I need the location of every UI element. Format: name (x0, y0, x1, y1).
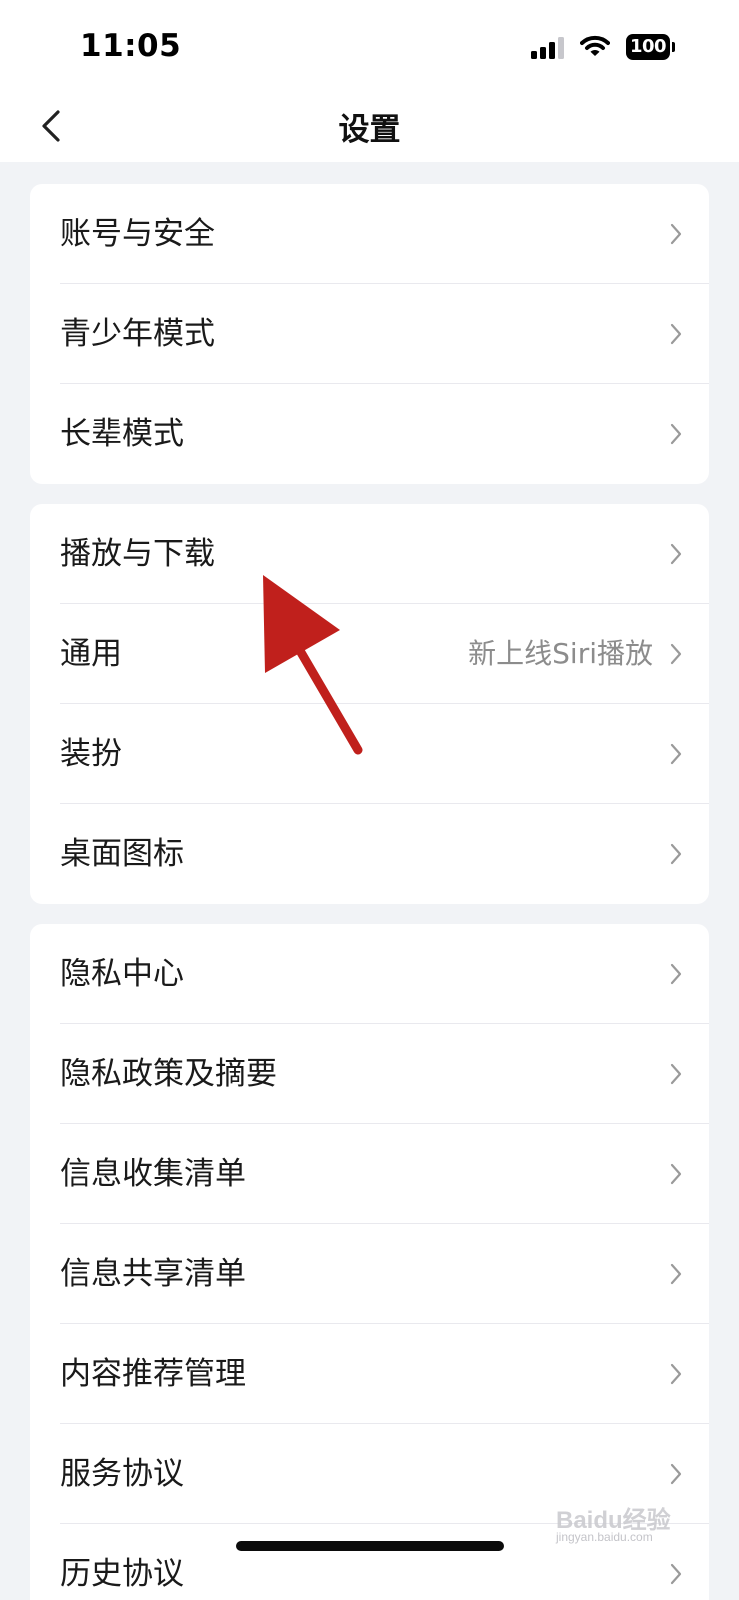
settings-item-value: 新上线Siri播放 (468, 637, 653, 670)
chevron-right-icon (670, 643, 682, 665)
page-title: 设置 (338, 112, 401, 148)
settings-item-label: 信息共享清单 (60, 1256, 246, 1292)
battery-level: 100 (626, 34, 670, 60)
battery-icon: 100 (626, 34, 676, 60)
chevron-right-icon (670, 843, 682, 865)
settings-item-label: 长辈模式 (60, 416, 184, 452)
settings-item-label: 隐私中心 (60, 956, 184, 992)
settings-item-label: 隐私政策及摘要 (60, 1056, 277, 1092)
signal-icon (531, 37, 567, 59)
settings-item-label: 信息收集清单 (60, 1156, 246, 1192)
settings-item-teen-mode[interactable]: 青少年模式 (30, 284, 709, 384)
settings-screen: 11:05 100 设置 账号与安全 青少年模式 长辈模式 播放与下载 通用 新… (0, 0, 739, 1600)
settings-item-label: 青少年模式 (60, 316, 215, 352)
settings-item-label: 服务协议 (60, 1456, 184, 1492)
settings-item-desktop-icon[interactable]: 桌面图标 (30, 804, 709, 904)
settings-item-label: 播放与下载 (60, 536, 215, 572)
chevron-right-icon (670, 1363, 682, 1385)
settings-item-privacy-policy[interactable]: 隐私政策及摘要 (30, 1024, 709, 1124)
chevron-right-icon (670, 423, 682, 445)
baidu-watermark: Baidu经验 jingyan.baidu.com (556, 1488, 716, 1548)
settings-item-elder-mode[interactable]: 长辈模式 (30, 384, 709, 484)
wifi-icon (580, 35, 610, 56)
settings-item-label: 历史协议 (60, 1556, 184, 1592)
settings-item-content-recommendation[interactable]: 内容推荐管理 (30, 1324, 709, 1424)
settings-item-info-sharing[interactable]: 信息共享清单 (30, 1224, 709, 1324)
settings-item-label: 账号与安全 (60, 216, 215, 252)
home-indicator[interactable] (236, 1541, 504, 1551)
chevron-right-icon (670, 1563, 682, 1585)
chevron-right-icon (670, 1263, 682, 1285)
chevron-right-icon (670, 963, 682, 985)
settings-item-label: 装扮 (60, 736, 122, 772)
status-time: 11:05 (80, 28, 182, 64)
red-arrow-icon (263, 575, 363, 755)
settings-item-privacy-center[interactable]: 隐私中心 (30, 924, 709, 1024)
settings-item-account-security[interactable]: 账号与安全 (30, 184, 709, 284)
settings-group-account: 账号与安全 青少年模式 长辈模式 (30, 184, 709, 484)
settings-item-label: 通用 (60, 636, 122, 672)
watermark-sub: jingyan.baidu.com (556, 1530, 653, 1544)
chevron-right-icon (670, 1163, 682, 1185)
chevron-right-icon (670, 543, 682, 565)
settings-item-label: 桌面图标 (60, 836, 184, 872)
nav-bar: 设置 (0, 90, 739, 162)
chevron-right-icon (670, 743, 682, 765)
status-bar: 11:05 100 (0, 0, 739, 90)
settings-item-label: 内容推荐管理 (60, 1356, 246, 1392)
chevron-right-icon (670, 223, 682, 245)
chevron-right-icon (670, 1463, 682, 1485)
chevron-right-icon (670, 323, 682, 345)
chevron-right-icon (670, 1063, 682, 1085)
settings-item-info-collection[interactable]: 信息收集清单 (30, 1124, 709, 1224)
